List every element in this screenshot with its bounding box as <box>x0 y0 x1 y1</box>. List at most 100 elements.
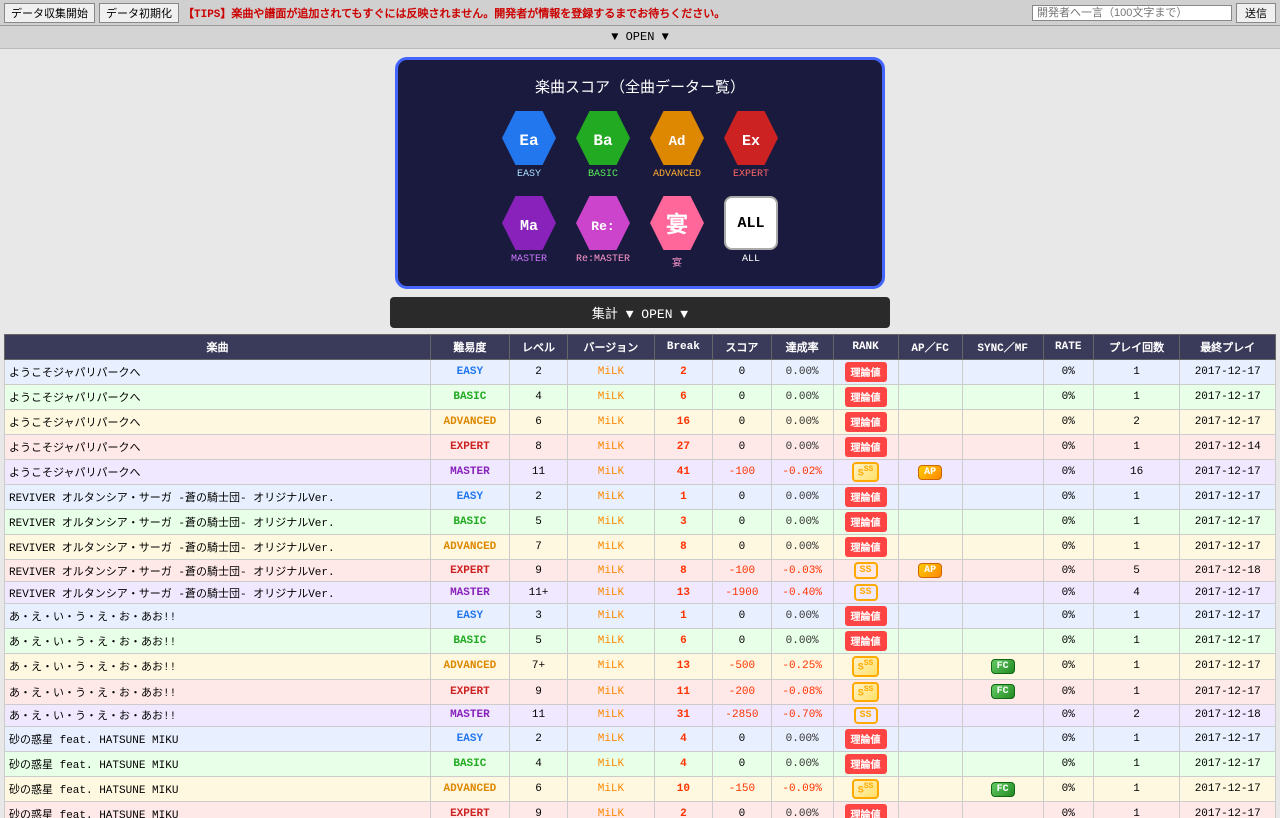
rate-cell: 0.00% <box>771 360 833 385</box>
level-cell: 11 <box>509 460 568 485</box>
sync-cell <box>962 535 1043 560</box>
lastplay-cell: 2017-12-18 <box>1180 704 1276 726</box>
svg-text:Ma: Ma <box>520 218 538 235</box>
lastplay-cell: 2017-12-17 <box>1180 460 1276 485</box>
sync-cell: FC <box>962 776 1043 801</box>
apfc-cell <box>898 510 962 535</box>
song-name: 砂の惑星 feat. HATSUNE MIKU <box>5 776 431 801</box>
break-cell: 13 <box>654 654 713 679</box>
table-row: あ・え・い・う・え・お・あお!!EASY3MiLK100.00%理論値0%120… <box>5 604 1276 629</box>
score-cell: -100 <box>713 560 772 582</box>
plays-cell: 1 <box>1093 802 1180 818</box>
table-row: REVIVER オルタンシア・サーガ -蒼の騎士団- オリジナルVer.BASI… <box>5 510 1276 535</box>
sync-cell <box>962 360 1043 385</box>
version-cell: MiLK <box>568 510 654 535</box>
sync-cell <box>962 460 1043 485</box>
song-name: REVIVER オルタンシア・サーガ -蒼の騎士団- オリジナルVer. <box>5 485 431 510</box>
lastplay-cell: 2017-12-17 <box>1180 410 1276 435</box>
rate-cell: 0.00% <box>771 604 833 629</box>
break-cell: 6 <box>654 385 713 410</box>
diff-item-all[interactable]: ALL ALL <box>724 196 778 270</box>
difficulty-icons-row1: Ea EASY Ba BASIC Ad <box>418 111 862 180</box>
svg-text:Ea: Ea <box>519 132 539 150</box>
init-button[interactable]: データ初期化 <box>99 3 179 23</box>
sync-cell <box>962 802 1043 818</box>
break-cell: 8 <box>654 560 713 582</box>
level-cell: 6 <box>509 410 568 435</box>
rate-cell: 0.00% <box>771 751 833 776</box>
rate-val-cell: 0% <box>1043 435 1093 460</box>
diff-item-expert[interactable]: Ex EXPERT <box>724 111 778 180</box>
th-lastplay: 最終プレイ <box>1180 335 1276 360</box>
score-panel: 楽曲スコア（全曲データー覧） Ea EASY Ba BASIC <box>395 57 885 289</box>
score-cell: -1900 <box>713 582 772 604</box>
score-cell: 0 <box>713 751 772 776</box>
rate-cell: 0.00% <box>771 485 833 510</box>
level-cell: 7+ <box>509 654 568 679</box>
plays-cell: 16 <box>1093 460 1180 485</box>
lastplay-cell: 2017-12-17 <box>1180 582 1276 604</box>
song-name: あ・え・い・う・え・お・あお!! <box>5 604 431 629</box>
rate-val-cell: 0% <box>1043 360 1093 385</box>
apfc-cell: AP <box>898 460 962 485</box>
rank-cell: 理論値 <box>833 510 898 535</box>
score-cell: 0 <box>713 802 772 818</box>
open-panel[interactable]: ▼ OPEN ▼ <box>0 26 1280 49</box>
lastplay-cell: 2017-12-17 <box>1180 726 1276 751</box>
version-cell: MiLK <box>568 560 654 582</box>
table-row: あ・え・い・う・え・お・あお!!EXPERT9MiLK11-200-0.08%S… <box>5 679 1276 704</box>
table-row: 砂の惑星 feat. HATSUNE MIKUEASY2MiLK400.00%理… <box>5 726 1276 751</box>
send-button[interactable]: 送信 <box>1236 3 1276 23</box>
version-cell: MiLK <box>568 410 654 435</box>
diff-cell: BASIC <box>431 510 510 535</box>
level-cell: 6 <box>509 776 568 801</box>
score-cell: 0 <box>713 435 772 460</box>
table-row: あ・え・い・う・え・お・あお!!MASTER11MiLK31-2850-0.70… <box>5 704 1276 726</box>
lastplay-cell: 2017-12-17 <box>1180 629 1276 654</box>
song-name: あ・え・い・う・え・お・あお!! <box>5 704 431 726</box>
rate-cell: -0.40% <box>771 582 833 604</box>
level-cell: 3 <box>509 604 568 629</box>
break-cell: 31 <box>654 704 713 726</box>
diff-item-utage[interactable]: 宴 宴 <box>650 196 704 270</box>
table-row: あ・え・い・う・え・お・あお!!BASIC5MiLK600.00%理論値0%12… <box>5 629 1276 654</box>
score-cell: 0 <box>713 535 772 560</box>
plays-cell: 2 <box>1093 410 1180 435</box>
lastplay-cell: 2017-12-17 <box>1180 751 1276 776</box>
level-cell: 11 <box>509 704 568 726</box>
table-row: REVIVER オルタンシア・サーガ -蒼の騎士団- オリジナルVer.EXPE… <box>5 560 1276 582</box>
version-cell: MiLK <box>568 582 654 604</box>
apfc-cell <box>898 776 962 801</box>
song-name: ようこそジャパリパークへ <box>5 435 431 460</box>
diff-item-advanced[interactable]: Ad ADVANCED <box>650 111 704 180</box>
score-cell: -2850 <box>713 704 772 726</box>
easy-label: EASY <box>517 169 541 180</box>
dev-input[interactable] <box>1032 5 1232 21</box>
rate-val-cell: 0% <box>1043 704 1093 726</box>
summary-panel[interactable]: 集計 ▼ OPEN ▼ <box>390 297 890 328</box>
table-row: REVIVER オルタンシア・サーガ -蒼の騎士団- オリジナルVer.ADVA… <box>5 535 1276 560</box>
diff-item-easy[interactable]: Ea EASY <box>502 111 556 180</box>
level-cell: 4 <box>509 385 568 410</box>
break-cell: 2 <box>654 360 713 385</box>
sync-cell <box>962 560 1043 582</box>
rank-cell: 理論値 <box>833 485 898 510</box>
apfc-cell <box>898 385 962 410</box>
rank-cell: 理論値 <box>833 385 898 410</box>
rank-cell: 理論値 <box>833 535 898 560</box>
diff-item-basic[interactable]: Ba BASIC <box>576 111 630 180</box>
score-cell: 0 <box>713 629 772 654</box>
svg-text:Ex: Ex <box>742 133 760 150</box>
collect-button[interactable]: データ収集開始 <box>4 3 95 23</box>
master-label: MASTER <box>511 254 547 265</box>
rate-cell: -0.70% <box>771 704 833 726</box>
version-cell: MiLK <box>568 654 654 679</box>
score-cell: 0 <box>713 485 772 510</box>
diff-item-master[interactable]: Ma MASTER <box>502 196 556 270</box>
rate-val-cell: 0% <box>1043 385 1093 410</box>
score-cell: -150 <box>713 776 772 801</box>
diff-item-remaster[interactable]: Re: Re:MASTER <box>576 196 630 270</box>
th-song: 楽曲 <box>5 335 431 360</box>
table-row: ようこそジャパリパークへMASTER11MiLK41-100-0.02%SSSA… <box>5 460 1276 485</box>
th-score: スコア <box>713 335 772 360</box>
